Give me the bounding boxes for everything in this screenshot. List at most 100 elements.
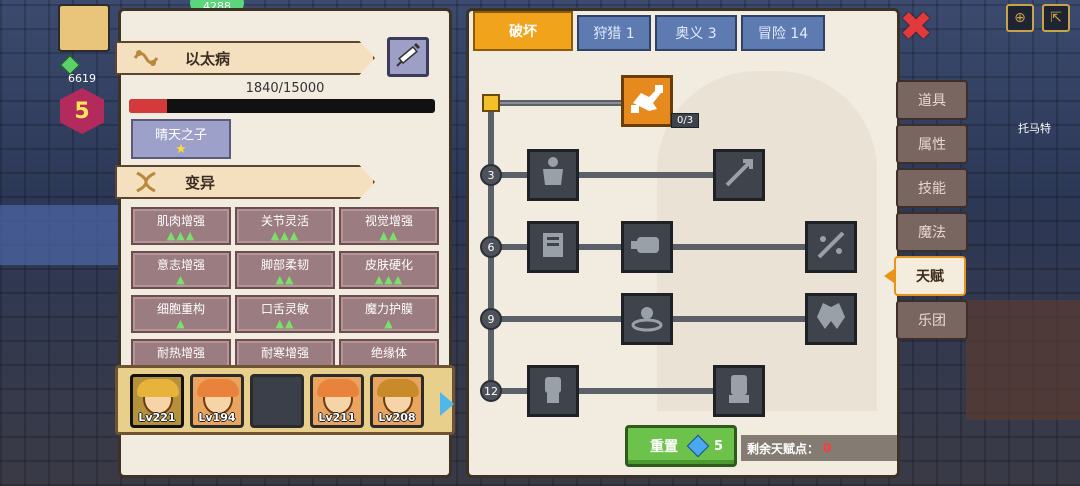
demon-wings-icon — [813, 299, 849, 339]
player-level-value: 5 — [74, 98, 90, 124]
trait-name: 晴天之子 — [154, 128, 207, 143]
talent-node-scroll[interactable] — [527, 221, 579, 273]
talent-node-handshake[interactable] — [621, 75, 673, 127]
row-level-3: 3 — [480, 164, 502, 186]
hero-portrait-icon — [137, 379, 179, 397]
scroll-icon — [535, 227, 571, 267]
mutation-name: 意志增强 — [156, 258, 205, 272]
disease-progress-fill — [129, 99, 167, 113]
mutation-name: 口舌灵敏 — [260, 302, 309, 316]
mutation-cell[interactable]: 口舌灵敏 ▲▲ — [235, 295, 335, 333]
side-item-skills[interactable]: 技能 — [896, 168, 968, 208]
hero-slot[interactable]: Lv211 — [310, 374, 364, 428]
mutation-name: 耐热增强 — [156, 346, 205, 360]
side-item-talent[interactable]: 天赋 — [894, 256, 966, 296]
reset-cost: 5 — [714, 438, 724, 454]
side-item-band[interactable]: 乐团 — [896, 300, 968, 340]
scroll-right-arrow-icon[interactable] — [440, 392, 454, 416]
mutation-name: 皮肤硬化 — [364, 258, 413, 272]
mutation-cell[interactable]: 意志增强 ▲ — [131, 251, 231, 289]
virus-icon — [131, 46, 161, 70]
mutation-cell[interactable]: 脚部柔韧 ▲▲ — [235, 251, 335, 289]
trait-badge[interactable]: 晴天之子 ★ — [131, 119, 231, 159]
handshake-icon — [627, 79, 667, 123]
hero-portrait-icon — [317, 379, 359, 397]
disease-progress-text: 1840/15000 — [245, 81, 325, 96]
mutation-name: 耐寒增强 — [260, 346, 309, 360]
node-progress-count: 0/3 — [671, 113, 700, 128]
talent-panel: 破坏 狩猎 1 奥义 3 冒险 14 0/3 3 6 9 12 重置 5 剩余天… — [466, 8, 900, 478]
talent-node-raised-fist[interactable] — [527, 365, 579, 417]
mutation-name: 脚部柔韧 — [260, 258, 309, 272]
background-awning — [0, 205, 118, 265]
arrow-strike-icon — [721, 155, 757, 195]
side-item-magic[interactable]: 魔法 — [896, 212, 968, 252]
mutation-level: ▲▲ — [379, 229, 399, 242]
mutation-name: 魔力护膜 — [364, 302, 413, 316]
disease-panel: 以太病 1840/15000 晴天之子 ★ 变异 肌肉增强 ▲▲▲ 关节灵活 ▲▲▲ 视… — [115, 8, 455, 478]
mutation-cell[interactable]: 视觉增强 ▲▲ — [339, 207, 439, 245]
talent-node-muscle[interactable] — [527, 149, 579, 201]
mutation-name: 肌肉增强 — [156, 214, 205, 228]
gem-count: 6619 — [68, 72, 96, 85]
mutation-cell[interactable]: 肌肉增强 ▲▲▲ — [131, 207, 231, 245]
hero-level: Lv194 — [198, 411, 236, 424]
hero-level: Lv211 — [318, 411, 356, 424]
reset-talents-button[interactable]: 重置 5 — [625, 425, 737, 467]
talent-node-splash[interactable] — [805, 221, 857, 273]
syringe-icon — [393, 40, 423, 74]
side-item-attributes[interactable]: 属性 — [896, 124, 968, 164]
hero-slot[interactable]: Lv194 — [190, 374, 244, 428]
muscle-body-icon — [535, 155, 571, 195]
talent-node-demon[interactable] — [805, 293, 857, 345]
disease-header: 以太病 — [115, 41, 375, 75]
fist-punch-icon — [629, 227, 665, 267]
mutation-header: 变异 — [115, 165, 375, 199]
mutation-name: 视觉增强 — [364, 214, 413, 228]
hero-portrait-icon — [197, 379, 239, 397]
mutation-cell[interactable]: 关节灵活 ▲▲▲ — [235, 207, 335, 245]
top-right-toolbar: ⊕ ⇱ — [1006, 4, 1076, 34]
hero-slot[interactable]: Lv221 — [130, 374, 184, 428]
mutation-cell[interactable]: 魔力护膜 ▲ — [339, 295, 439, 333]
tree-root-marker — [482, 94, 500, 112]
active-pointer-icon — [884, 269, 894, 283]
mutation-level: ▲▲▲ — [270, 229, 300, 242]
mutation-title: 变异 — [185, 173, 216, 192]
talent-node-fist-punch[interactable] — [621, 221, 673, 273]
row-level-6: 6 — [480, 236, 502, 258]
raised-fist-icon — [535, 371, 571, 411]
gauntlet-icon — [721, 371, 757, 411]
hero-selector: Lv221 Lv194 Lv211 Lv208 — [115, 365, 455, 435]
mutation-cell[interactable]: 细胞重构 ▲ — [131, 295, 231, 333]
reset-label: 重置 — [650, 439, 678, 455]
row-level-9: 9 — [480, 308, 502, 330]
exit-icon[interactable]: ⇱ — [1042, 4, 1070, 32]
hero-slot-empty[interactable] — [250, 374, 304, 428]
mutation-level: ▲ — [176, 317, 186, 330]
hero-level: Lv221 — [138, 411, 176, 424]
mutation-cell[interactable]: 皮肤硬化 ▲▲▲ — [339, 251, 439, 289]
dna-icon — [131, 170, 161, 194]
player-avatar[interactable] — [58, 4, 110, 52]
diamond-icon — [686, 434, 710, 458]
talent-node-arrow[interactable] — [713, 149, 765, 201]
hero-level: Lv208 — [378, 411, 416, 424]
globe-icon[interactable]: ⊕ — [1006, 4, 1034, 32]
orb-ripple-icon — [629, 299, 665, 339]
star-icon: ★ — [175, 142, 187, 157]
mutation-level: ▲ — [176, 273, 186, 286]
disease-progress-bar — [129, 99, 435, 113]
npc-name-label: 托马特 — [1018, 122, 1051, 135]
talent-node-gauntlet[interactable] — [713, 365, 765, 417]
hero-slot[interactable]: Lv208 — [370, 374, 424, 428]
syringe-button[interactable] — [387, 37, 429, 77]
disease-title: 以太病 — [185, 49, 231, 68]
mutation-grid: 肌肉增强 ▲▲▲ 关节灵活 ▲▲▲ 视觉增强 ▲▲ 意志增强 ▲ 脚部柔韧 ▲▲ 皮肤硬化 ▲▲▲ 细胞… — [131, 207, 439, 377]
talent-node-orb[interactable] — [621, 293, 673, 345]
mutation-name: 绝缘体 — [370, 346, 407, 360]
side-item-items[interactable]: 道具 — [896, 80, 968, 120]
mutation-name: 关节灵活 — [260, 214, 309, 228]
mutation-level: ▲▲ — [275, 273, 295, 286]
close-icon[interactable]: ✖ — [898, 7, 934, 47]
